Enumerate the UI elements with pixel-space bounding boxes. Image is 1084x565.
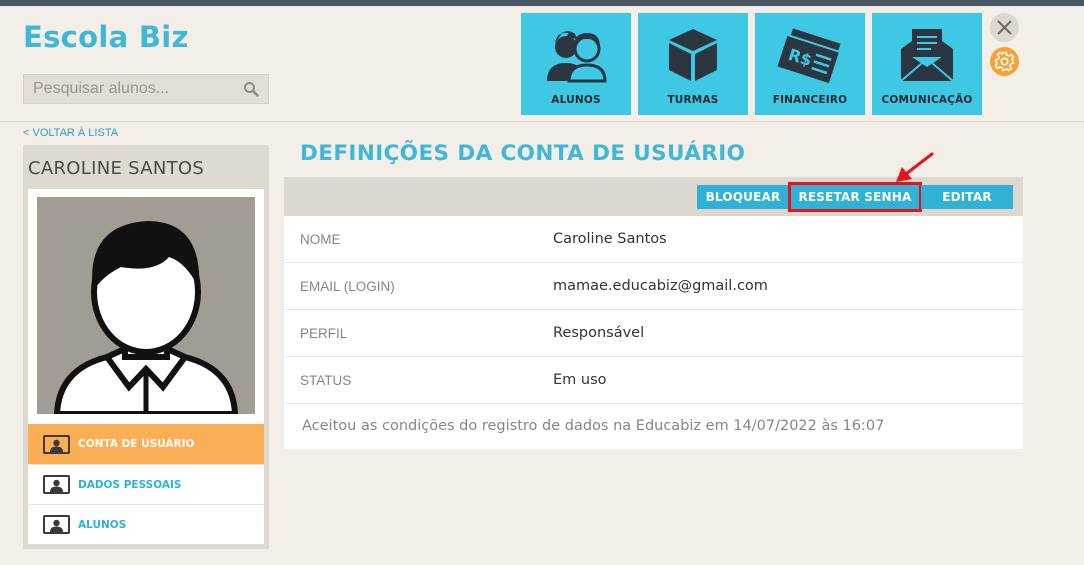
nav-tile-turmas[interactable]: TURMAS [638,13,748,115]
user-avatar-icon [53,221,239,414]
avatar-frame [28,189,264,426]
nav-tile-financeiro[interactable]: R$ FINANCEIRO [755,13,865,115]
search-icon[interactable] [243,81,259,97]
profile-name: CAROLINE SANTOS [28,158,205,179]
avatar [37,197,255,414]
menu-item-label: ALUNOS [78,518,127,531]
search-box[interactable] [23,74,269,104]
field-row-status: STATUS Em uso [284,357,1023,404]
nav-tile-label: COMUNICAÇÃO [881,94,973,106]
close-button[interactable] [990,13,1019,42]
menu-item-conta-usuario[interactable]: CONTA DE USUÁRIO [28,424,264,464]
mail-icon [900,29,954,82]
search-input[interactable] [24,75,234,103]
nav-tile-alunos[interactable]: ALUNOS [521,13,631,115]
menu-item-alunos[interactable]: ALUNOS [28,504,264,544]
field-label: EMAIL (LOGIN) [300,278,395,294]
students-icon [547,31,607,83]
box-icon [669,29,717,81]
field-row-perfil: PERFIL Responsável [284,310,1023,357]
user-card-icon [43,434,70,454]
block-button[interactable]: BLOQUEAR [697,185,789,209]
account-panel: BLOQUEAR RESETAR SENHA EDITAR NOME Carol… [284,177,1023,449]
app-logo[interactable]: Escola Biz [23,20,189,54]
menu-item-label: DADOS PESSOAIS [78,478,182,491]
user-card-icon [43,515,70,534]
page-title: DEFINIÇÕES DA CONTA DE USUÁRIO [300,141,746,166]
menu-item-dados-pessoais[interactable]: DADOS PESSOAIS [28,464,264,504]
settings-button[interactable] [990,47,1019,76]
field-value: Responsável [553,325,645,341]
nav-tile-comunicacao[interactable]: COMUNICAÇÃO [872,13,982,115]
nav-tile-label: FINANCEIRO [772,94,848,106]
field-row-nome: NOME Caroline Santos [284,216,1023,263]
gear-icon [994,51,1015,72]
close-icon [997,20,1012,35]
field-label: STATUS [300,372,352,388]
field-row-email: EMAIL (LOGIN) mamae.educabiz@gmail.com [284,263,1023,310]
nav-tile-label: TURMAS [667,94,719,106]
nav-tile-label: ALUNOS [551,94,601,106]
field-value: mamae.educabiz@gmail.com [553,278,768,294]
money-icon: R$ [775,28,842,86]
back-to-list-link[interactable]: < VOLTAR À LISTA [23,127,118,139]
field-value: Em uso [553,372,607,388]
menu-item-label: CONTA DE USUÁRIO [78,438,195,450]
terms-acceptance-note: Aceitou as condições do registro de dado… [302,418,885,434]
user-card-icon [43,475,70,494]
annotation-arrow-icon [896,152,934,182]
field-label: PERFIL [300,325,348,341]
top-bar [0,0,1084,6]
header-divider [0,121,1084,122]
profile-sidebar: CAROLINE SANTOS CONTA DE USUÁRIO DADOS P [23,145,269,549]
field-value: Caroline Santos [553,231,667,247]
profile-menu: CONTA DE USUÁRIO DADOS PESSOAIS ALUNOS [28,424,264,544]
field-label: NOME [300,231,341,247]
